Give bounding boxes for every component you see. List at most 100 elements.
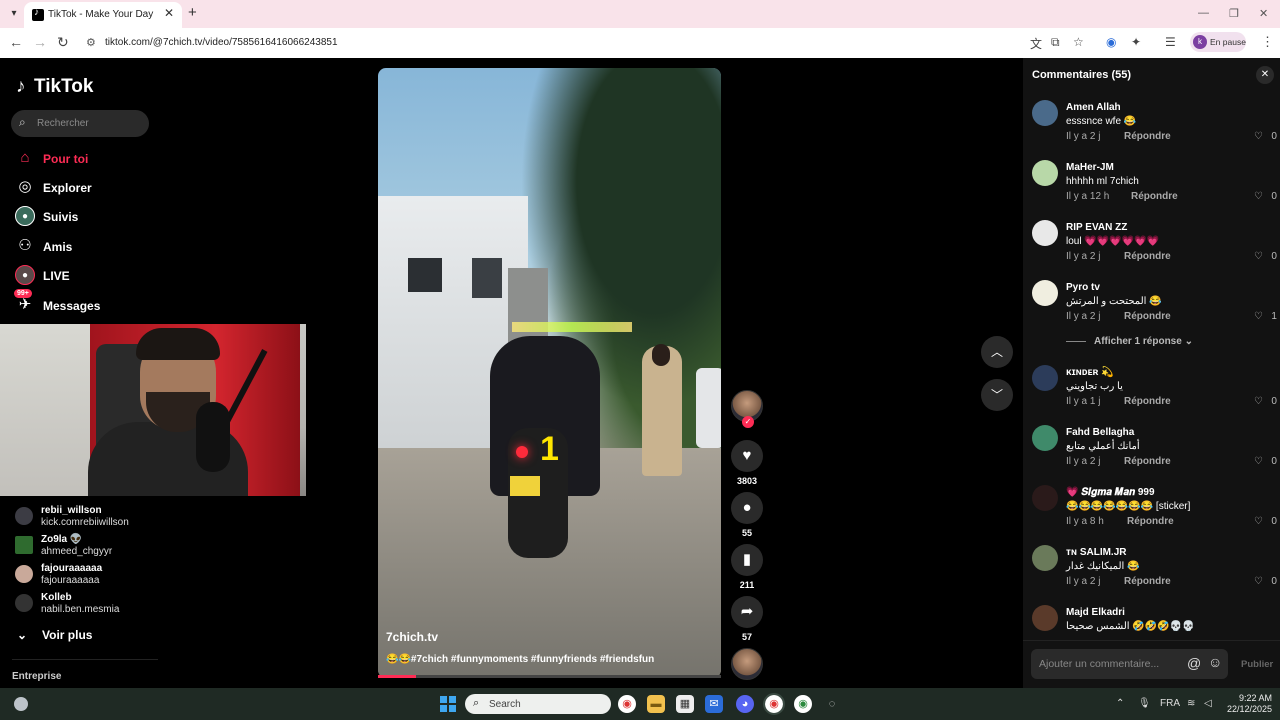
comment-author[interactable]: RIP EVAN ZZ bbox=[1066, 222, 1127, 233]
comment-like-button[interactable]: ♡ 0 bbox=[1254, 396, 1277, 407]
comment-like-button[interactable]: ♡ 0 bbox=[1254, 456, 1277, 467]
avatar[interactable] bbox=[1032, 545, 1058, 571]
window-close-icon[interactable]: ✕ bbox=[1259, 7, 1268, 20]
back-icon[interactable]: ← bbox=[9, 34, 23, 50]
comment-like-button[interactable]: ♡ 0 bbox=[1254, 191, 1277, 202]
publish-button[interactable]: Publier bbox=[1241, 659, 1273, 670]
show-replies-button[interactable]: Afficher 1 réponse ⌄ bbox=[1066, 336, 1193, 347]
video-progress-bar[interactable] bbox=[378, 675, 721, 678]
microphone-icon[interactable]: 🎙 bbox=[1138, 698, 1151, 709]
reply-button[interactable]: Répondre bbox=[1124, 396, 1171, 407]
new-tab-icon[interactable]: + bbox=[188, 4, 197, 21]
reply-button[interactable]: Répondre bbox=[1124, 251, 1171, 262]
like-button[interactable]: ♥ bbox=[731, 440, 763, 472]
comment-author[interactable]: MaHer-JM bbox=[1066, 162, 1114, 173]
reply-button[interactable]: Répondre bbox=[1124, 311, 1171, 322]
reply-button[interactable]: Répondre bbox=[1131, 191, 1178, 202]
language-indicator[interactable]: FRA bbox=[1160, 698, 1180, 709]
heart-outline-icon: ♡ bbox=[1254, 191, 1263, 202]
avatar[interactable] bbox=[1032, 160, 1058, 186]
browser-menu-icon[interactable]: ⋮ bbox=[1261, 34, 1274, 50]
save-button[interactable]: ▮ bbox=[731, 544, 763, 576]
weather-widget-icon[interactable] bbox=[14, 697, 28, 711]
profile-button[interactable]: k En pause bbox=[1190, 32, 1246, 52]
account-name: Zo9la 👽 bbox=[41, 534, 83, 545]
file-explorer-icon[interactable]: ▬ bbox=[647, 695, 665, 713]
comment-composer: Ajouter un commentaire... @ ☺ Publier bbox=[1023, 640, 1280, 688]
comment-input[interactable]: Ajouter un commentaire... @ ☺ bbox=[1031, 649, 1228, 679]
start-tile bbox=[449, 705, 456, 712]
nav-label: Suivis bbox=[43, 210, 79, 224]
emoji-icon[interactable]: ☺ bbox=[1208, 654, 1222, 670]
comment-like-count: 0 bbox=[1271, 251, 1277, 262]
reply-button[interactable]: Répondre bbox=[1124, 131, 1171, 142]
address-bar[interactable]: ⚙ tiktok.com/@7chich.tv/video/7585616416… bbox=[78, 32, 1024, 54]
avatar[interactable] bbox=[1032, 280, 1058, 306]
comment-author[interactable]: ᴋɪɴᴅᴇʀ 💫 bbox=[1066, 367, 1114, 378]
avatar[interactable] bbox=[1032, 365, 1058, 391]
next-video-button[interactable]: ﹀ bbox=[981, 379, 1013, 411]
restore-icon[interactable]: ❐ bbox=[1229, 7, 1239, 20]
see-more-button[interactable]: ⌄ Voir plus bbox=[17, 628, 92, 642]
discord-icon[interactable]: ◕ bbox=[736, 695, 754, 713]
avatar[interactable] bbox=[1032, 425, 1058, 451]
site-info-icon[interactable]: ⚙ bbox=[86, 36, 96, 49]
comment-like-button[interactable]: ♡ 1 bbox=[1254, 311, 1277, 322]
minimize-icon[interactable]: — bbox=[1198, 7, 1209, 19]
windows-start-icon[interactable] bbox=[440, 696, 456, 712]
taskbar-search[interactable]: ⌕ Search bbox=[465, 694, 611, 714]
mail-icon[interactable]: ✉ bbox=[705, 695, 723, 713]
avatar[interactable] bbox=[1032, 605, 1058, 631]
obs-icon[interactable]: ◌ bbox=[823, 695, 841, 713]
reply-button[interactable]: Répondre bbox=[1124, 456, 1171, 467]
video-player[interactable]: 1 bbox=[378, 68, 721, 678]
chrome-profile-icon[interactable]: ◉ bbox=[763, 693, 785, 715]
translate-icon[interactable]: 文 bbox=[1030, 35, 1042, 52]
mention-icon[interactable]: @ bbox=[1187, 655, 1201, 671]
browser-tab-active[interactable]: TikTok - Make Your Day ✕ bbox=[24, 2, 182, 28]
search-input[interactable]: ⌕ Rechercher bbox=[11, 110, 149, 137]
avatar[interactable] bbox=[1032, 100, 1058, 126]
share-button[interactable]: ➦ bbox=[731, 596, 763, 628]
comment-author[interactable]: Fahd Bellagha bbox=[1066, 427, 1134, 438]
store-icon[interactable]: ▦ bbox=[676, 695, 694, 713]
wifi-icon[interactable]: ≋ bbox=[1187, 698, 1195, 709]
footer-link-entreprise[interactable]: Entreprise bbox=[12, 671, 61, 682]
tiktok-logo[interactable]: ♪ TikTok bbox=[16, 76, 93, 98]
extensions-icon[interactable]: ✦ bbox=[1131, 35, 1141, 49]
avatar[interactable] bbox=[1032, 220, 1058, 246]
sound-avatar[interactable] bbox=[731, 648, 763, 680]
vpn-extension-icon[interactable]: ◉ bbox=[1106, 35, 1116, 49]
account-name: fajouraaaaaa bbox=[41, 563, 103, 574]
tab-search-dropdown-icon[interactable]: ▾ bbox=[6, 6, 22, 22]
tab-close-icon[interactable]: ✕ bbox=[164, 6, 174, 20]
comment-author[interactable]: Pyro tv bbox=[1066, 282, 1100, 293]
forward-icon[interactable]: → bbox=[33, 34, 47, 50]
chrome-alt-profile-icon[interactable]: ◉ bbox=[794, 695, 812, 713]
reading-list-icon[interactable]: ☰ bbox=[1165, 35, 1176, 49]
comment-like-button[interactable]: ♡ 0 bbox=[1254, 131, 1277, 142]
avatar[interactable] bbox=[1032, 485, 1058, 511]
previous-video-button[interactable]: ︿ bbox=[981, 336, 1013, 368]
taskbar-clock[interactable]: 9:22 AM 22/12/2025 bbox=[1222, 693, 1272, 715]
comment-author[interactable]: Majd Elkadri bbox=[1066, 607, 1125, 618]
comment-like-button[interactable]: ♡ 0 bbox=[1254, 251, 1277, 262]
comment-button[interactable]: ● bbox=[731, 492, 763, 524]
tray-overflow-icon[interactable]: ⌃ bbox=[1116, 698, 1124, 709]
comment-like-button[interactable]: ♡ 0 bbox=[1254, 516, 1277, 527]
comment-author[interactable]: ᴛɴ SALIM.JR bbox=[1066, 547, 1127, 558]
close-comments-icon[interactable]: ✕ bbox=[1256, 66, 1274, 84]
volume-icon[interactable]: ◁ bbox=[1204, 698, 1212, 709]
chrome-icon[interactable]: ◉ bbox=[618, 695, 636, 713]
video-author[interactable]: 7chich.tv bbox=[386, 630, 438, 644]
comment-like-button[interactable]: ♡ 0 bbox=[1254, 576, 1277, 587]
bookmark-star-icon[interactable]: ☆ bbox=[1073, 35, 1084, 49]
follow-check-icon[interactable]: ✓ bbox=[742, 416, 754, 428]
following-icon: ● bbox=[15, 206, 35, 226]
reply-button[interactable]: Répondre bbox=[1127, 516, 1174, 527]
comment-author[interactable]: Amen Allah bbox=[1066, 102, 1121, 113]
cast-icon[interactable]: ⧉ bbox=[1051, 35, 1060, 50]
reply-button[interactable]: Répondre bbox=[1124, 576, 1171, 587]
comment-author[interactable]: 💗 𝑺𝒊𝒈𝒎𝒂 𝑴𝒂𝒏 999 bbox=[1066, 487, 1155, 498]
reload-icon[interactable]: ↻ bbox=[57, 34, 69, 51]
